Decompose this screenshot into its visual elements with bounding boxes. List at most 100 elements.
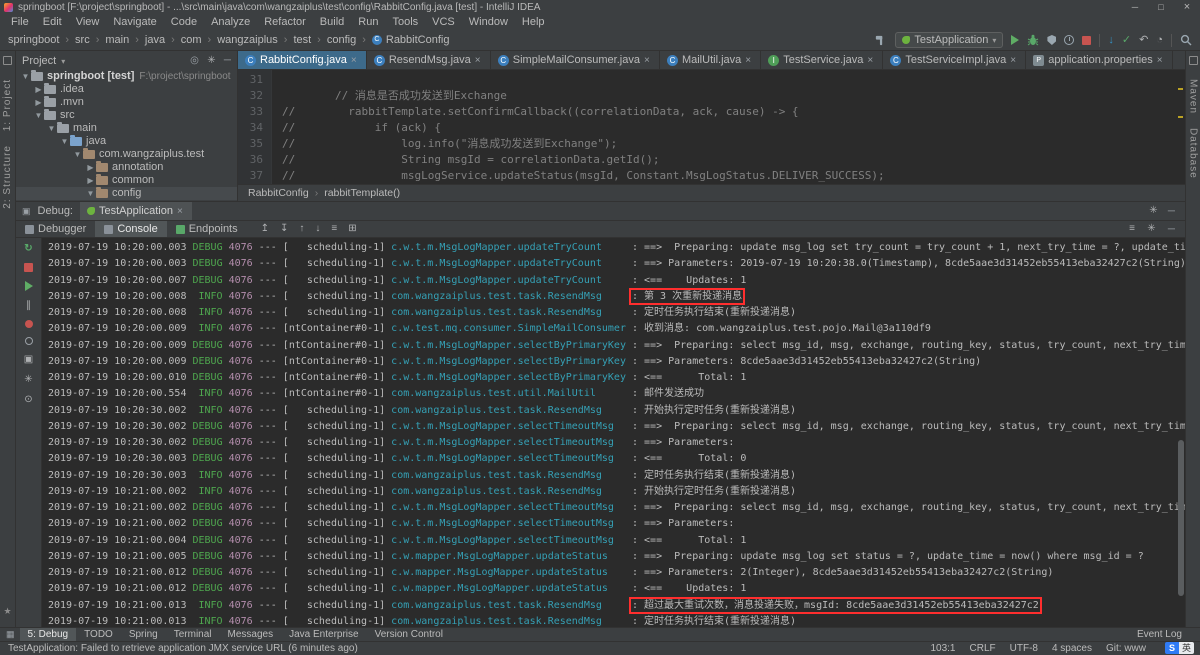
vcs-history-button[interactable] [1156,35,1163,46]
statusbar-item[interactable]: Git: www [1106,643,1146,654]
tab-close-icon[interactable] [745,54,753,66]
tree-toggle-icon[interactable]: ▼ [20,70,31,83]
project-tree-item[interactable]: ▼ main [16,122,237,135]
soft-wrap-icon[interactable] [331,224,337,234]
console-log-line[interactable]: 2019-07-19 10:20:00.008 INFO 4076 --- schedu… [48,305,1185,321]
menu-item[interactable]: Run [351,15,385,30]
breadcrumb-item[interactable]: src [59,34,90,46]
log-logger-link[interactable]: c.w.test.mq.consumer.SimpleMailConsumer [391,321,626,337]
run-configuration-select[interactable]: TestApplication [895,32,1004,48]
chevron-down-icon[interactable] [61,55,65,67]
toolwindow-button[interactable]: Spring [121,628,166,642]
menu-item[interactable]: View [69,15,107,30]
code-editor[interactable]: 31 32 // 消息是否成功发送到Exchange 33// rabbitTemp… [238,70,1185,184]
next-occurrence-icon[interactable] [315,224,320,234]
log-logger-link[interactable]: com.wangzaiplus.test.task.ResendMsg [391,468,626,484]
tree-toggle-icon[interactable]: ▶ [33,83,44,96]
tab-close-icon[interactable] [867,54,875,66]
editor-tab[interactable]: C RabbitConfig.java [238,51,367,69]
tab-close-icon[interactable] [475,54,483,66]
toolwindow-button[interactable]: Messages [220,628,282,642]
line-number[interactable]: 32 [238,88,272,104]
view-breakpoints-button[interactable] [24,320,33,328]
log-logger-link[interactable]: c.w.t.m.MsgLogMapper.selectTimeoutMsg [391,516,626,532]
log-logger-link[interactable]: com.wangzaiplus.test.task.ResendMsg [391,614,626,627]
code-area[interactable]: 31 32 // 消息是否成功发送到Exchange 33// rabbitTemp… [238,70,1175,184]
toolwindow-button[interactable]: Terminal [166,628,220,642]
console-log-line[interactable]: 2019-07-19 10:20:00.003 DEBUG 4076 --- sched… [48,256,1185,272]
tree-toggle-icon[interactable]: ▼ [85,187,96,200]
editor-tab[interactable]: I TestService.java [761,51,884,69]
breadcrumb-item[interactable]: java [129,34,165,46]
rerun-button[interactable] [23,243,34,254]
event-log-button[interactable]: Event Log [1129,628,1190,642]
scroll-to-top-icon[interactable] [261,224,269,234]
console-log-line[interactable]: 2019-07-19 10:20:00.554 INFO 4076 --- ntCont… [48,386,1185,402]
close-button[interactable] [1174,0,1200,15]
statusbar-item[interactable]: UTF-8 [1010,643,1038,654]
scrollbar-thumb[interactable] [1178,440,1184,596]
project-tree-item[interactable]: ▶ .mvn [16,96,237,109]
menu-item[interactable]: Help [515,15,552,30]
menu-item[interactable]: File [4,15,36,30]
menu-item[interactable]: Build [313,15,351,30]
vcs-update-button[interactable] [1108,35,1114,46]
project-tree-item[interactable]: ▶ .idea [16,83,237,96]
console-log-line[interactable]: 2019-07-19 10:21:00.002 INFO 4076 --- schedu… [48,484,1185,500]
log-logger-link[interactable]: com.wangzaiplus.test.task.ResendMsg [391,305,626,321]
prev-occurrence-icon[interactable] [299,224,304,234]
console-log-line[interactable]: 2019-07-19 10:20:30.003 DEBUG 4076 --- sched… [48,451,1185,467]
session-close-icon[interactable] [177,205,185,217]
locate-file-icon[interactable] [190,55,199,66]
log-logger-link[interactable]: c.w.t.m.MsgLogMapper.updateTryCount [391,273,626,289]
log-logger-link[interactable]: c.w.mapper.MsgLogMapper.updateStatus [391,581,626,597]
toolwindow-button[interactable]: TODO [76,628,121,642]
toolwindow-button[interactable]: Java Enterprise [281,628,366,642]
log-logger-link[interactable]: com.wangzaiplus.test.task.ResendMsg [391,484,626,500]
project-tree-item[interactable]: ▼ springboot [test] F:\project\springboot [16,70,237,83]
menu-item[interactable]: Tools [385,15,425,30]
log-logger-link[interactable]: c.w.t.m.MsgLogMapper.selectTimeoutMsg [391,435,626,451]
line-number[interactable]: 31 [238,72,272,88]
pin-tab-icon[interactable] [23,394,34,405]
toolwindow-icon[interactable] [3,56,12,65]
debug-view-tab[interactable]: Console [95,221,167,237]
toolwindow-button-structure[interactable]: 2: Structure [2,145,13,209]
tree-toggle-icon[interactable]: ▼ [59,135,70,148]
console-log-line[interactable]: 2019-07-19 10:21:00.005 DEBUG 4076 --- sched… [48,549,1185,565]
project-tree-item[interactable]: ▼ src [16,109,237,122]
statusbar-item[interactable]: 103:1 [930,643,955,654]
toolwindow-button[interactable]: Version Control [367,628,451,642]
project-tree-item[interactable]: ▼ config [16,187,237,200]
breadcrumb-item[interactable]: main [90,34,129,46]
toolwindow-button-database[interactable]: Database [1188,128,1199,179]
project-tree-item[interactable]: ▶ common [16,174,237,187]
console-scrollbar[interactable] [1176,238,1185,627]
console-log-line[interactable]: 2019-07-19 10:20:30.002 INFO 4076 --- schedu… [48,403,1185,419]
tree-toggle-icon[interactable]: ▼ [33,109,44,122]
console-log-line[interactable]: 2019-07-19 10:21:00.004 DEBUG 4076 --- sched… [48,533,1185,549]
menu-item[interactable]: Refactor [257,15,313,30]
vcs-commit-button[interactable] [1122,35,1131,46]
menu-item[interactable]: Window [462,15,515,30]
ime-indicator[interactable]: S 英 [1164,642,1194,654]
log-logger-link[interactable]: c.w.t.m.MsgLogMapper.selectTimeoutMsg [391,500,626,516]
tree-toggle-icon[interactable]: ▶ [33,96,44,109]
toolwindow-button-maven[interactable]: Maven [1188,79,1199,114]
settings-gear-icon[interactable] [1148,206,1159,217]
console-log-line[interactable]: 2019-07-19 10:21:00.013 INFO 4076 --- schedu… [48,596,1185,614]
editor-breadcrumb-item[interactable]: rabbitTemplate() [309,187,400,199]
log-logger-link[interactable]: c.w.t.m.MsgLogMapper.selectTimeoutMsg [391,419,626,435]
log-logger-link[interactable]: c.w.t.m.MsgLogMapper.selectByPrimaryKey [391,338,626,354]
tree-toggle-icon[interactable]: ▶ [85,161,96,174]
hide-panel-icon[interactable] [224,55,231,66]
console-log-line[interactable]: 2019-07-19 10:20:00.009 DEBUG 4076 --- ntCon… [48,354,1185,370]
minimize-button[interactable] [1122,0,1148,15]
log-logger-link[interactable]: c.w.t.m.MsgLogMapper.selectTimeoutMsg [391,451,626,467]
console-log-line[interactable]: 2019-07-19 10:20:00.010 DEBUG 4076 --- ntCon… [48,370,1185,386]
pause-button[interactable] [23,300,34,311]
gear-icon[interactable] [206,55,217,66]
breadcrumb-item[interactable]: test [278,34,311,46]
line-number[interactable]: 36 [238,152,272,168]
menu-item[interactable]: Navigate [106,15,163,30]
